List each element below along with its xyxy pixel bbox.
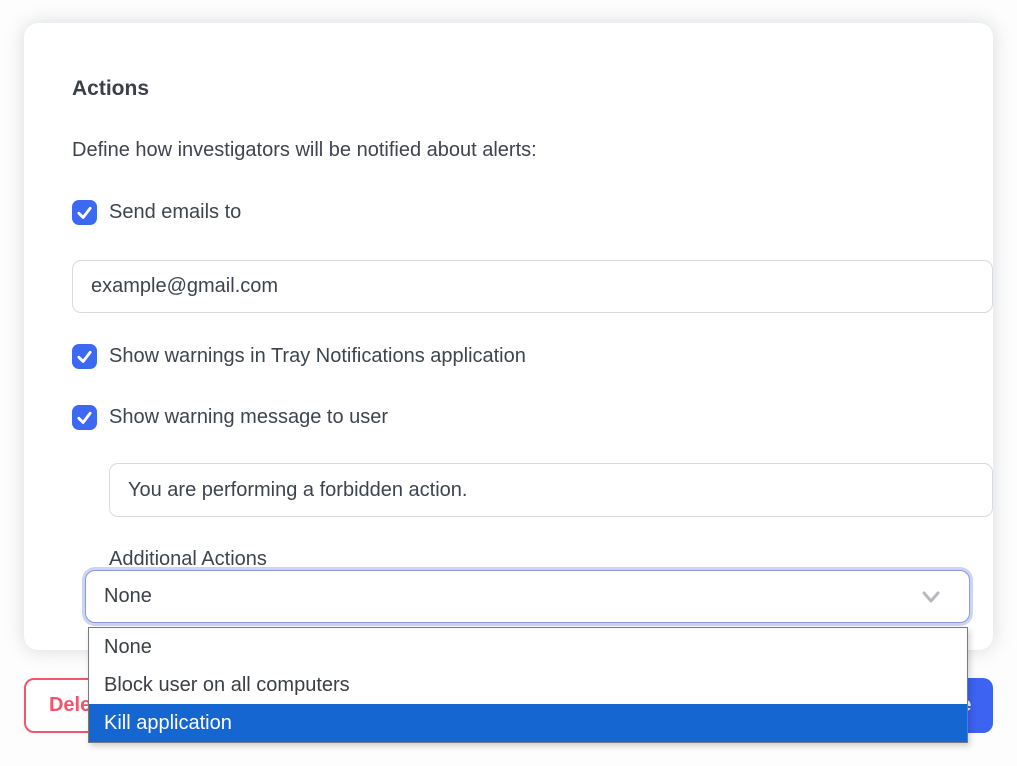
send-emails-checkbox[interactable]: [72, 200, 97, 225]
dropdown-option-none[interactable]: None: [89, 628, 967, 666]
send-emails-label: Send emails to: [109, 201, 241, 224]
card-description: Define how investigators will be notifie…: [72, 139, 537, 162]
checkmark-icon: [76, 348, 93, 365]
tray-warnings-label: Show warnings in Tray Notifications appl…: [109, 345, 526, 368]
dropdown-option-block-user[interactable]: Block user on all computers: [89, 666, 967, 704]
actions-card: Actions Define how investigators will be…: [24, 23, 993, 650]
checkbox-row-send-emails: Send emails to: [72, 199, 241, 225]
checkmark-icon: [76, 409, 93, 426]
warning-message-checkbox[interactable]: [72, 405, 97, 430]
warning-message-label: Show warning message to user: [109, 406, 388, 429]
dropdown-option-kill-application[interactable]: Kill application: [89, 704, 967, 742]
tray-warnings-checkbox[interactable]: [72, 344, 97, 369]
checkbox-row-tray-warnings: Show warnings in Tray Notifications appl…: [72, 343, 526, 369]
card-title: Actions: [72, 77, 149, 101]
warning-message-input[interactable]: You are performing a forbidden action.: [109, 463, 993, 517]
chevron-down-icon: [918, 587, 944, 613]
checkmark-icon: [76, 204, 93, 221]
additional-actions-selected-value: None: [104, 585, 152, 608]
email-input-value: example@gmail.com: [91, 275, 278, 298]
email-input[interactable]: example@gmail.com: [72, 260, 993, 313]
additional-actions-dropdown: None Block user on all computers Kill ap…: [88, 627, 968, 743]
additional-actions-select[interactable]: None: [85, 570, 970, 623]
checkbox-row-warning-message: Show warning message to user: [72, 404, 388, 430]
warning-message-value: You are performing a forbidden action.: [128, 479, 467, 502]
additional-actions-label: Additional Actions: [109, 548, 267, 571]
